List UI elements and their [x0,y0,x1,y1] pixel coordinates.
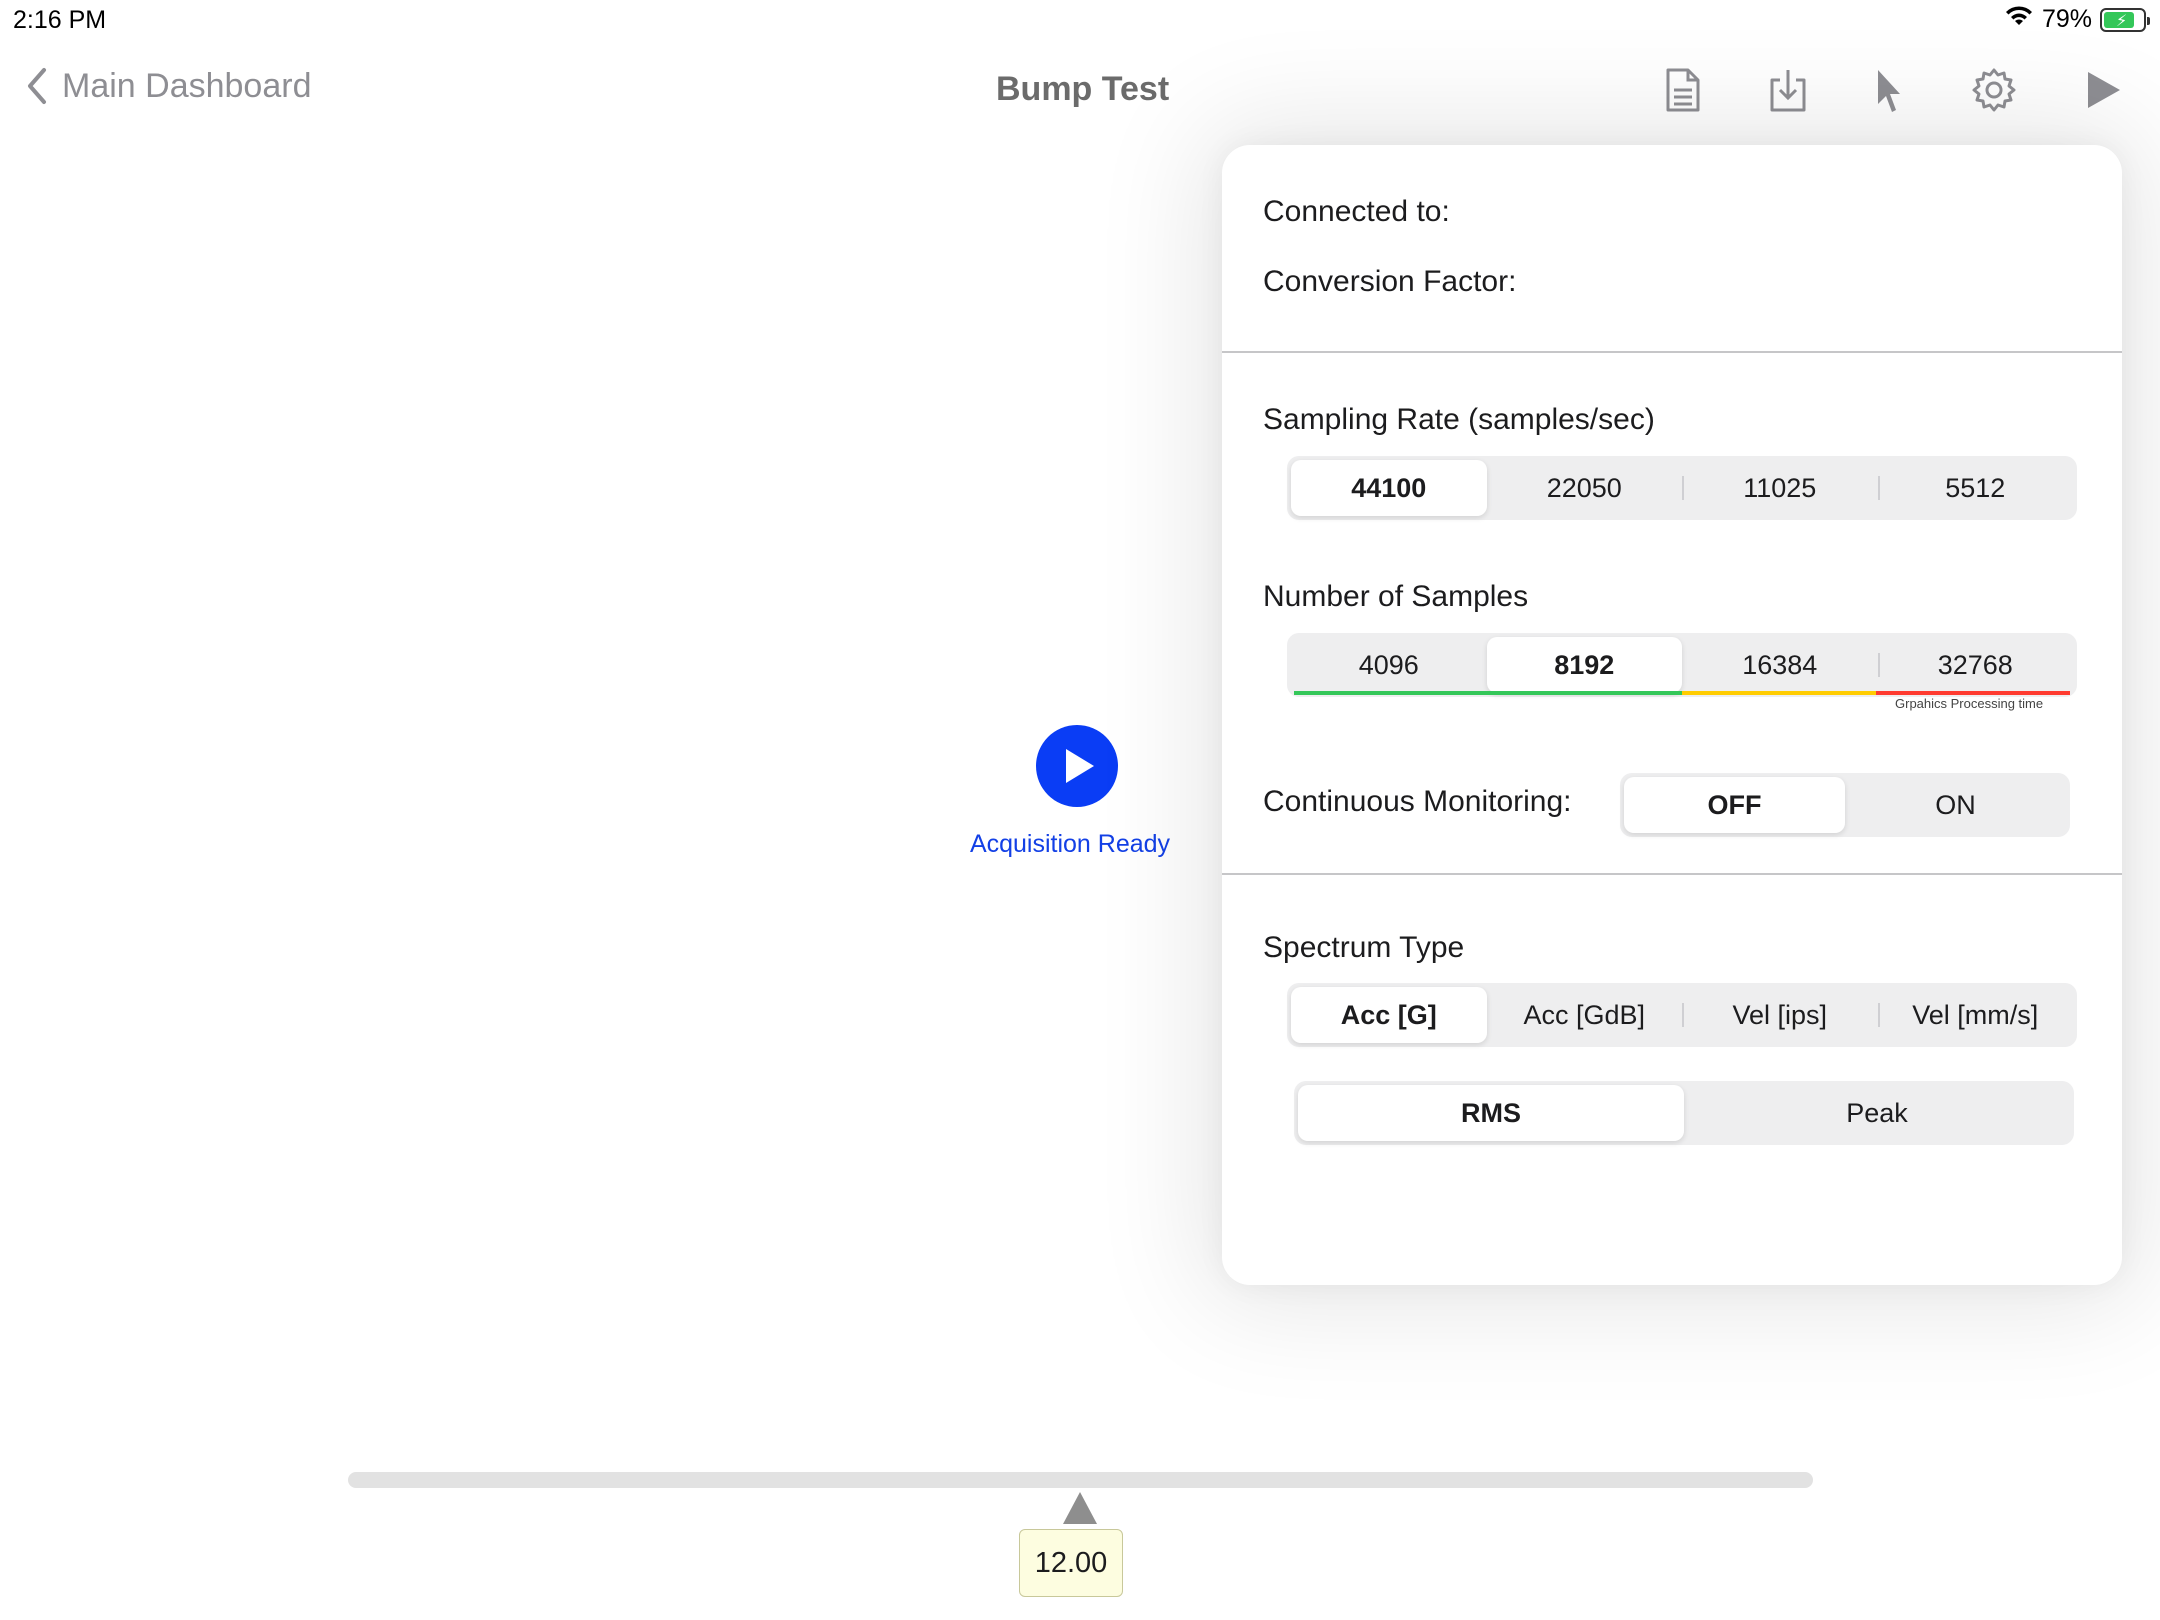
processing-time-caption: Grpahics Processing time [1895,696,2044,711]
continuous-monitoring-control: OFF ON [1620,773,2070,837]
continuous-monitoring-option[interactable]: OFF [1624,777,1845,833]
spectrum-type-label: Spectrum Type [1263,931,1465,964]
sampling-rate-control: 44100 22050 11025 5512 [1287,456,2077,520]
sampling-rate-option[interactable]: 44100 [1291,460,1487,516]
num-samples-option[interactable]: 16384 [1682,637,1878,693]
divider [1222,873,2122,875]
battery-icon: ⚡ [2100,7,2150,32]
processing-time-segment [1876,691,2070,695]
processing-time-segment [1488,691,1682,695]
continuous-monitoring-option[interactable]: ON [1845,777,2066,833]
num-samples-label: Number of Samples [1263,580,1529,613]
slider-track[interactable] [348,1472,1813,1488]
num-samples-option[interactable]: 4096 [1291,637,1487,693]
play-icon [1066,749,1094,783]
spectrum-type-option[interactable]: Vel [mm/s] [1877,987,2074,1043]
num-samples-option[interactable]: 32768 [1877,637,2074,693]
back-button[interactable]: Main Dashboard [22,66,311,106]
sampling-rate-option[interactable]: 22050 [1487,460,1683,516]
chevron-left-icon [28,68,46,104]
status-time: 2:16 PM [13,6,107,34]
status-indicators: 79% ⚡ [2004,5,2150,34]
popover-arrow [1970,120,2026,148]
processing-time-segment [1294,691,1488,695]
processing-time-segment [1682,691,1876,695]
measure-mode-option[interactable]: Peak [1684,1085,2070,1141]
conversion-factor-label: Conversion Factor: [1263,265,1517,298]
page-title: Bump Test [996,70,1170,108]
spectrum-type-option[interactable]: Vel [ips] [1682,987,1878,1043]
slider-pointer[interactable] [1063,1492,1097,1524]
continuous-monitoring-label: Continuous Monitoring: [1263,785,1572,818]
measure-mode-control: RMS Peak [1294,1081,2074,1145]
gear-icon[interactable] [1966,62,2022,118]
download-icon[interactable] [1760,62,1816,118]
sampling-rate-label: Sampling Rate (samples/sec) [1263,403,1655,436]
measure-mode-option[interactable]: RMS [1298,1085,1684,1141]
acquisition-status: Acquisition Ready [969,830,1171,858]
spectrum-type-option[interactable]: Acc [GdB] [1487,987,1683,1043]
start-acquisition-button[interactable] [1036,725,1118,807]
sampling-rate-option[interactable]: 11025 [1682,460,1878,516]
wifi-icon [2004,5,2034,34]
num-samples-control: 4096 8192 16384 32768 [1287,633,2077,697]
back-label: Main Dashboard [62,66,312,105]
document-icon[interactable] [1654,62,1710,118]
sampling-rate-option[interactable]: 5512 [1877,460,2074,516]
spectrum-type-option[interactable]: Acc [G] [1291,987,1487,1043]
battery-percent: 79% [2041,5,2092,33]
divider [1222,351,2122,353]
settings-popover: Connected to: Conversion Factor: Samplin… [1222,145,2122,1285]
num-samples-option[interactable]: 8192 [1486,637,1682,693]
cursor-icon[interactable] [1860,62,1916,118]
slider-value: 12.00 [1019,1529,1123,1597]
play-icon[interactable] [2074,62,2130,118]
spectrum-type-control: Acc [G] Acc [GdB] Vel [ips] Vel [mm/s] [1287,983,2077,1047]
connected-to-label: Connected to: [1263,195,1450,228]
